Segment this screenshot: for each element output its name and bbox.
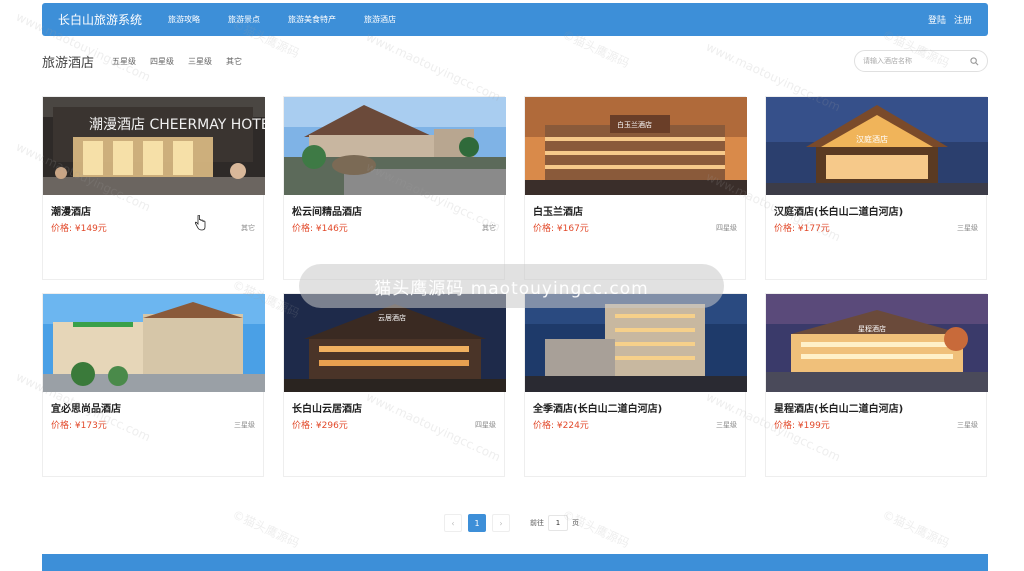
watermark-text: ©猫头鹰源码 [230,507,302,551]
hotel-name[interactable]: 宜必思尚品酒店 [51,400,255,416]
hotel-meta: 价格: ¥167元 四星级 [533,221,737,235]
hotel-card[interactable]: 汉庭酒店 汉庭酒店(长白山二道白河店) 价格: ¥177元 三星级 [765,96,988,280]
hotel-name[interactable]: 白玉兰酒店 [533,203,737,219]
hotel-level: 三星级 [716,420,737,429]
hotel-name[interactable]: 长白山云居酒店 [292,400,496,416]
search-icon[interactable] [970,56,979,66]
hotel-photo-sign: 云居酒店 [378,313,406,322]
hotel-card[interactable]: 松云间精品酒店 价格: ¥146元 其它 [283,96,506,280]
hotel-meta: 价格: ¥296元 四星级 [292,418,496,432]
prev-page-button[interactable]: ‹ [444,514,462,532]
hotel-price: 价格: ¥173元 [51,421,107,431]
hotel-photo-sign: 星程酒店 [858,324,886,333]
nav-link-hotels[interactable]: 旅游酒店 [350,14,410,25]
hotel-price: 价格: ¥149元 [51,224,107,234]
hotel-photo[interactable] [284,97,506,195]
watermark-banner: 猫头鹰源码 maotouyingcc.com [299,264,724,308]
hotel-photo-sign: 潮漫酒店 CHEERMAY HOTEL [89,117,265,133]
nav-link-guides[interactable]: 旅游攻略 [154,14,214,25]
hand-cursor-icon [194,214,206,231]
hotel-photo-sign: 汉庭酒店 [856,134,888,144]
hotel-name[interactable]: 松云间精品酒店 [292,203,496,219]
goto-label: 前往 [530,519,544,527]
hotel-photo[interactable] [525,294,747,392]
search-box [854,50,988,72]
hotel-name[interactable]: 全季酒店(长白山二道白河店) [533,400,737,416]
hotel-meta: 价格: ¥199元 三星级 [774,418,978,432]
hotel-name[interactable]: 汉庭酒店(长白山二道白河店) [774,203,978,219]
hotel-card-body: 星程酒店(长白山二道白河店) 价格: ¥199元 三星级 [766,392,986,431]
hotel-price: 价格: ¥296元 [292,421,348,431]
hotel-card-body: 宜必思尚品酒店 价格: ¥173元 三星级 [43,392,263,431]
hotel-card-body: 松云间精品酒店 价格: ¥146元 其它 [284,195,504,234]
hotel-price: 价格: ¥177元 [774,224,830,234]
hotel-price: 价格: ¥146元 [292,224,348,234]
hotel-level: 四星级 [475,420,496,429]
nav-link-attractions[interactable]: 旅游景点 [214,14,274,25]
hotel-meta: 价格: ¥224元 三星级 [533,418,737,432]
hotel-photo-sign: 白玉兰酒店 [617,120,652,129]
filter-five-star[interactable]: 五星级 [112,56,136,67]
hotel-meta: 价格: ¥177元 三星级 [774,221,978,235]
hotel-card-body: 汉庭酒店(长白山二道白河店) 价格: ¥177元 三星级 [766,195,986,234]
hotel-price: 价格: ¥167元 [533,224,589,234]
hotel-price: 价格: ¥224元 [533,421,589,431]
top-navbar: 长白山旅游系统 旅游攻略 旅游景点 旅游美食特产 旅游酒店 登陆 注册 [42,3,988,36]
filter-bar: 旅游酒店 五星级 四星级 三星级 其它 [42,48,988,74]
login-link[interactable]: 登陆 [928,13,946,26]
hotel-price: 价格: ¥199元 [774,421,830,431]
hotel-level: 四星级 [716,223,737,232]
goto-suffix: 页 [572,519,579,527]
footer-bar [42,554,988,571]
nav-links: 旅游攻略 旅游景点 旅游美食特产 旅游酒店 [154,14,410,25]
hotel-card[interactable]: 潮漫酒店 CHEERMAY HOTEL 潮漫酒店 价格: ¥149元 其它 [42,96,265,280]
goto-page: 前往 页 [530,515,579,531]
hotel-level: 其它 [241,223,255,232]
hotel-photo[interactable]: 潮漫酒店 CHEERMAY HOTEL [43,97,265,195]
level-filters: 五星级 四星级 三星级 其它 [112,56,242,67]
hotel-level: 三星级 [234,420,255,429]
hotel-meta: 价格: ¥149元 其它 [51,221,255,235]
hotel-level: 三星级 [957,420,978,429]
register-link[interactable]: 注册 [954,13,972,26]
hotel-photo[interactable]: 汉庭酒店 [766,97,988,195]
page-number-current[interactable]: 1 [468,514,486,532]
filter-four-star[interactable]: 四星级 [150,56,174,67]
hotel-name[interactable]: 潮漫酒店 [51,203,255,219]
filter-other[interactable]: 其它 [226,56,242,67]
hotel-meta: 价格: ¥146元 其它 [292,221,496,235]
watermark-banner-text: 猫头鹰源码 maotouyingcc.com [374,278,649,299]
auth-links: 登陆 注册 [928,13,972,26]
pagination: ‹ 1 › 前往 页 [444,514,579,532]
hotel-card[interactable]: 云居酒店 长白山云居酒店 价格: ¥296元 四星级 [283,293,506,477]
hotel-card[interactable]: 星程酒店 星程酒店(长白山二道白河店) 价格: ¥199元 三星级 [765,293,988,477]
hotel-level: 三星级 [957,223,978,232]
watermark-text: ©猫头鹰源码 [880,507,952,551]
hotel-photo[interactable]: 白玉兰酒店 [525,97,747,195]
nav-link-food[interactable]: 旅游美食特产 [274,14,350,25]
hotel-level: 其它 [482,223,496,232]
hotel-card[interactable]: 宜必思尚品酒店 价格: ¥173元 三星级 [42,293,265,477]
search-input[interactable] [863,57,963,65]
page: 长白山旅游系统 旅游攻略 旅游景点 旅游美食特产 旅游酒店 登陆 注册 旅游酒店… [0,0,1024,571]
filter-three-star[interactable]: 三星级 [188,56,212,67]
next-page-button[interactable]: › [492,514,510,532]
site-brand[interactable]: 长白山旅游系统 [58,11,142,28]
hotel-photo[interactable]: 星程酒店 [766,294,988,392]
hotel-card-body: 长白山云居酒店 价格: ¥296元 四星级 [284,392,504,431]
goto-page-input[interactable] [548,515,568,531]
hotel-card-body: 白玉兰酒店 价格: ¥167元 四星级 [525,195,745,234]
hotel-card[interactable]: 全季酒店(长白山二道白河店) 价格: ¥224元 三星级 [524,293,747,477]
hotel-name[interactable]: 星程酒店(长白山二道白河店) [774,400,978,416]
hotel-card-body: 潮漫酒店 价格: ¥149元 其它 [43,195,263,234]
section-title: 旅游酒店 [42,55,95,71]
hotel-card-body: 全季酒店(长白山二道白河店) 价格: ¥224元 三星级 [525,392,745,431]
hotel-card[interactable]: 白玉兰酒店 白玉兰酒店 价格: ¥167元 四星级 [524,96,747,280]
hotel-meta: 价格: ¥173元 三星级 [51,418,255,432]
hotel-photo[interactable] [43,294,265,392]
hotel-photo[interactable]: 云居酒店 [284,294,506,392]
